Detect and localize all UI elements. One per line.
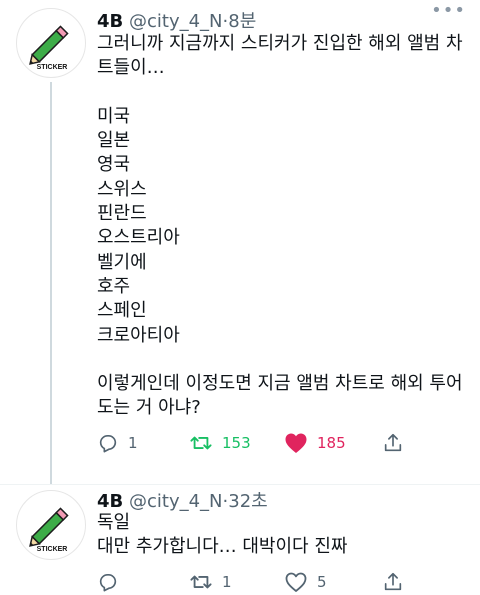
avatar[interactable]: STICKER (16, 8, 86, 78)
share-button[interactable] (382, 430, 404, 456)
tweet-actions: 1 5 (97, 569, 467, 595)
retweet-icon (190, 575, 212, 589)
avatar[interactable]: STICKER (16, 490, 86, 560)
tweet-actions: 1 153 185 (97, 430, 467, 456)
retweet-count: 1 (222, 573, 232, 591)
tweet-1[interactable]: STICKER 4B @city_4_N·8분 ••• 그러니까 지금까지 스티… (0, 0, 480, 484)
pencil-sticker-icon: STICKER (29, 507, 69, 553)
reply-button[interactable]: 1 (97, 430, 138, 456)
timestamp[interactable]: 32초 (228, 491, 267, 512)
heart-icon (285, 433, 307, 453)
reply-icon (99, 435, 117, 453)
pencil-sticker-icon: STICKER (29, 25, 69, 71)
display-name[interactable]: 4B (97, 491, 123, 512)
like-button[interactable]: 5 (284, 569, 327, 595)
share-button[interactable] (382, 569, 404, 595)
reply-icon (99, 574, 117, 592)
thread-line (50, 82, 52, 484)
tweet-header: 4B @city_4_N·8분 (97, 7, 256, 33)
retweet-button[interactable]: 153 (189, 430, 251, 456)
handle[interactable]: @city_4_N (129, 11, 223, 32)
retweet-count: 153 (222, 434, 251, 452)
display-name[interactable]: 4B (97, 11, 123, 32)
more-options-icon[interactable]: ••• (431, 0, 466, 21)
handle[interactable]: @city_4_N (129, 491, 223, 512)
share-icon (384, 572, 402, 591)
like-count: 185 (317, 434, 346, 452)
tweet-2[interactable]: STICKER 4B @city_4_N·32초 독일 대만 추가합니다… 대박… (0, 485, 480, 592)
avatar-label: STICKER (37, 546, 68, 553)
reply-button[interactable] (97, 569, 128, 595)
heart-icon (285, 572, 307, 592)
avatar-label: STICKER (37, 64, 68, 71)
like-count: 5 (317, 573, 327, 591)
tweet-header: 4B @city_4_N·32초 (97, 487, 268, 513)
tweet-text: 독일 대만 추가합니다… 대박이다 진짜 (97, 512, 348, 558)
reply-count: 1 (128, 434, 138, 452)
retweet-icon (190, 436, 212, 450)
tweet-text: 그러니까 지금까지 스티커가 진입한 해외 앨범 차트들이… 미국 일본 영국 … (97, 33, 463, 419)
retweet-button[interactable]: 1 (189, 569, 232, 595)
timestamp[interactable]: 8분 (228, 11, 256, 32)
share-icon (384, 433, 402, 452)
like-button[interactable]: 185 (284, 430, 346, 456)
